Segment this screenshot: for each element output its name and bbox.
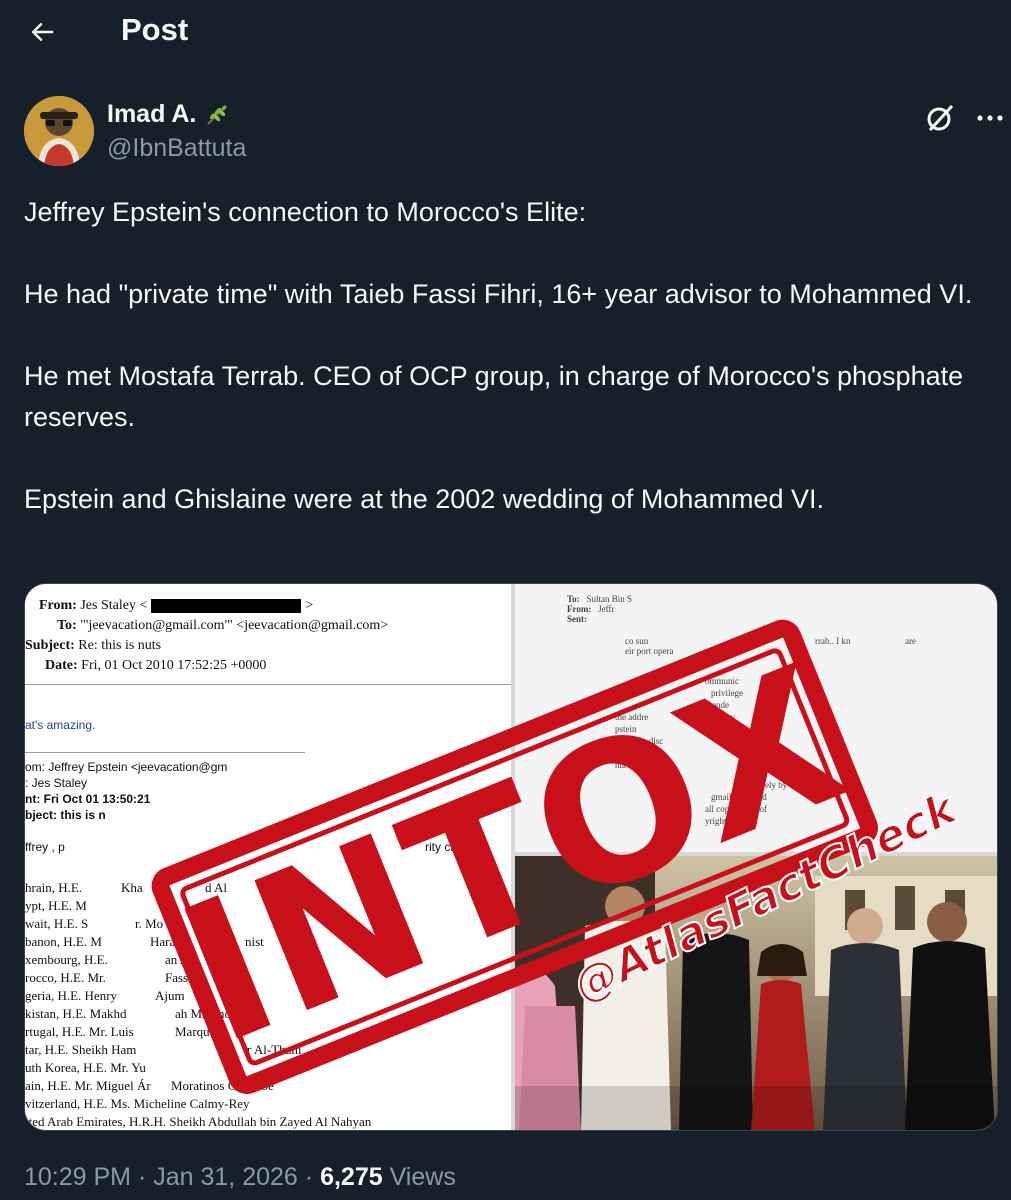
redaction-bar: [151, 598, 302, 613]
list-item: kistan, H.E. Makhd: [25, 1006, 127, 1021]
list-item: hrain, H.E.: [25, 880, 83, 895]
author-row: Imad A. @IbnBattuta: [24, 96, 1003, 168]
author-name[interactable]: Imad A.: [107, 100, 230, 129]
list-item: vitzerland, H.E. Ms. Micheline Calmy-Rey: [25, 1096, 250, 1111]
email-date: Date: Fri, 01 Oct 2010 17:52:25 +0000: [45, 658, 267, 673]
tweet-paragraph: He had "private time" with Taieb Fassi F…: [24, 279, 973, 309]
tweet-paragraph: Jeffrey Epstein's connection to Morocco'…: [24, 197, 587, 227]
views-label: Views: [389, 1163, 456, 1191]
author-handle[interactable]: @IbnBattuta: [107, 134, 246, 163]
meta-separator: ·: [304, 1163, 321, 1191]
list-item: xembourg, H.E.: [25, 952, 108, 967]
doc-right-line: eir port opera: [625, 646, 674, 656]
doc-right-line: rrab.. I kn: [815, 636, 851, 646]
page-title: Post: [121, 12, 189, 47]
list-item: uth Korea, H.E. Mr. Yu: [25, 1060, 146, 1075]
doc-right-sent: Sent:: [567, 614, 587, 624]
list-item: banon, H.E. M: [25, 934, 102, 949]
separator: [25, 684, 511, 685]
list-fragment: Marqu: [175, 1024, 210, 1039]
tweet-text: Jeffrey Epstein's connection to Morocco'…: [24, 192, 984, 520]
list-item: ypt, H.E. M: [25, 898, 87, 913]
tweet-time[interactable]: 10:29 PM: [24, 1163, 131, 1191]
list-item: rocco, H.E. Mr.: [25, 970, 106, 985]
grok-icon: [927, 104, 954, 132]
more-options-button[interactable]: [970, 98, 1010, 138]
list-item: tar, H.E. Sheikh Ham: [25, 1042, 137, 1057]
email-reply: at's amazing.: [25, 718, 96, 732]
list-item: wait, H.E. S: [25, 916, 89, 931]
list-item: ited Arab Emirates, H.R.H. Sheikh Abdull…: [25, 1114, 372, 1129]
grok-button[interactable]: [920, 98, 960, 138]
email-subject: Subject: Re: this is nuts: [25, 638, 162, 653]
list-item: rtugal, H.E. Mr. Luis: [25, 1024, 134, 1039]
tweet-meta: 10:29 PM · Jan 31, 2026 · 6,275 Views: [24, 1163, 456, 1192]
list-fragment: Kha: [121, 880, 143, 895]
tweet-date[interactable]: Jan 31, 2026: [153, 1163, 298, 1191]
back-button[interactable]: [22, 12, 62, 52]
doc-right-line: co sun: [625, 636, 649, 646]
email-from: From: Jes Staley < >: [39, 598, 314, 613]
avatar[interactable]: [24, 96, 94, 166]
author-display-name: Imad A.: [107, 100, 197, 128]
list-fragment: r. Mo: [135, 916, 164, 931]
olive-branch-icon: [207, 104, 228, 125]
quoted-line: : Jes Staley: [25, 776, 88, 790]
quoted-line: nt: Fri Oct 01 13:50:21: [25, 792, 151, 806]
quoted-line: bject: this is n: [25, 808, 106, 822]
doc-right-line: are: [905, 636, 916, 646]
email-to: To: "'jeevacation@gmail.com'" <jeevacati…: [57, 618, 389, 633]
doc-right-from: From: Jeffr: [567, 604, 615, 614]
top-bar: Post: [0, 0, 1011, 66]
arrow-left-icon: [31, 22, 54, 42]
body-line: ffrey , p: [25, 840, 65, 854]
tweet-paragraph: He met Mostafa Terrab. CEO of OCP group,…: [24, 361, 964, 432]
tweet-paragraph: Epstein and Ghislaine were at the 2002 w…: [24, 484, 824, 514]
doc-right-to: To: Sultan Bin S: [567, 594, 632, 604]
list-item: ain, H.E. Mr. Miguel Ár: [25, 1078, 151, 1093]
tweet-media[interactable]: From: Jes Staley < > To: "'jeevacation@gm…: [24, 583, 998, 1131]
list-item: geria, H.E. Henry: [25, 988, 118, 1003]
meta-separator: ·: [137, 1163, 154, 1191]
quoted-line: om: Jeffrey Epstein <jeevacation@gm: [25, 760, 228, 774]
views-count: 6,275: [320, 1163, 383, 1191]
separator: [25, 752, 305, 753]
more-horizontal-icon: [977, 115, 1003, 121]
list-fragment: Hara: [150, 934, 176, 949]
list-fragment: Ajum: [155, 988, 185, 1003]
